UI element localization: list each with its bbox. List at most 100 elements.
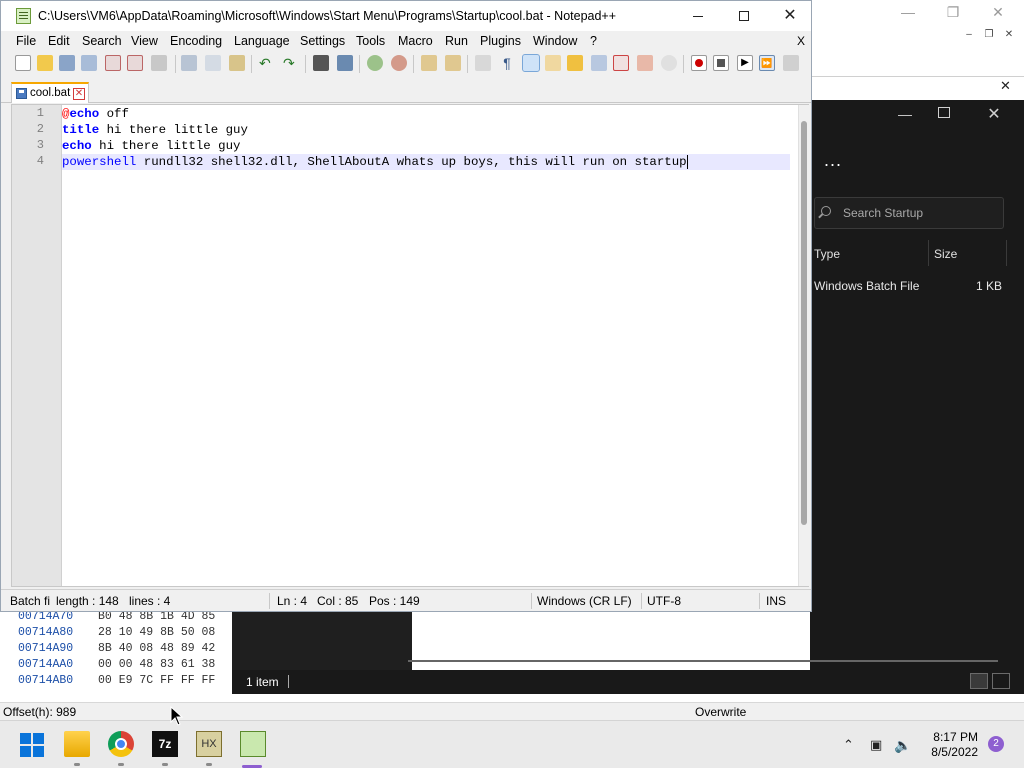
menu-file[interactable]: File <box>16 34 36 48</box>
menu-encoding[interactable]: Encoding <box>170 34 222 48</box>
menu-search[interactable]: Search <box>82 34 122 48</box>
record-dot <box>695 59 703 67</box>
menu-view[interactable]: View <box>131 34 158 48</box>
start-button[interactable] <box>20 733 44 757</box>
code-line-1[interactable]: @echo off <box>62 106 790 122</box>
hex-view[interactable]: 00714A70 B0 48 8B 1B 4D 85 00714A80 28 10 … <box>0 610 232 694</box>
menu-help[interactable]: ? <box>590 34 597 48</box>
close-all-icon[interactable] <box>127 55 143 71</box>
udl-icon[interactable] <box>545 55 561 71</box>
play-macro-icon[interactable]: ▶ <box>737 55 753 71</box>
network-icon[interactable]: ▣ <box>870 737 882 753</box>
background-maximize-button[interactable]: ❐ <box>930 3 976 21</box>
window-title: C:\Users\VM6\AppData\Roaming\Microsoft\W… <box>38 9 617 23</box>
explorer-minimize-button[interactable]: — <box>895 106 915 126</box>
code-line-4[interactable]: powershell rundll32 shell32.dll, ShellAb… <box>62 154 790 170</box>
column-divider[interactable] <box>1006 240 1007 266</box>
sync-horizontal-icon[interactable] <box>445 55 461 71</box>
file-row-type[interactable]: Windows Batch File <box>814 279 919 293</box>
file-explorer-taskbar-icon[interactable] <box>64 731 90 757</box>
menubar: File Edit Search View Encoding Language … <box>1 31 811 51</box>
undo-icon[interactable]: ↶ <box>259 55 275 71</box>
explorer-horizontal-scrollbar[interactable] <box>408 660 998 662</box>
menu-macro[interactable]: Macro <box>398 34 433 48</box>
menu-settings[interactable]: Settings <box>300 34 345 48</box>
document-map-icon[interactable] <box>567 55 583 71</box>
menu-window[interactable]: Window <box>533 34 577 48</box>
zoom-out-icon[interactable] <box>391 55 407 71</box>
volume-icon[interactable]: 🔈 <box>894 737 911 754</box>
code-editor[interactable]: 1 2 3 4 @echo off title hi there little … <box>11 104 809 587</box>
notification-badge[interactable]: 2 <box>988 736 1004 752</box>
hex-editor-taskbar-icon[interactable]: HX <box>196 731 222 757</box>
save-icon[interactable] <box>59 55 75 71</box>
scrollbar-thumb[interactable] <box>801 121 807 525</box>
replace-icon[interactable] <box>337 55 353 71</box>
code-line-3[interactable]: echo hi there little guy <box>62 138 790 154</box>
background-minimize-button[interactable]: — <box>885 3 931 21</box>
monitoring-icon[interactable] <box>661 55 677 71</box>
save-all-icon[interactable] <box>81 55 97 71</box>
explorer-search-input[interactable]: Search Startup <box>814 197 1004 229</box>
explorer-maximize-button[interactable] <box>938 107 950 118</box>
clock[interactable]: 8:17 PM 8/5/2022 <box>926 730 978 760</box>
column-header-size[interactable]: Size <box>934 247 957 261</box>
copy-icon[interactable] <box>205 55 221 71</box>
find-icon[interactable] <box>313 55 329 71</box>
notepadpp-taskbar-icon[interactable] <box>240 731 266 757</box>
zoom-in-icon[interactable] <box>367 55 383 71</box>
status-encoding[interactable]: UTF-8 <box>647 594 681 608</box>
record-macro-icon[interactable] <box>691 55 707 71</box>
vertical-scrollbar[interactable] <box>798 105 809 586</box>
function-list-icon[interactable] <box>613 55 629 71</box>
word-wrap-icon[interactable] <box>475 55 491 71</box>
minimize-button[interactable] <box>675 1 721 31</box>
tiles-view-button[interactable] <box>992 673 1010 689</box>
cut-icon[interactable] <box>181 55 197 71</box>
close-button[interactable]: ✕ <box>767 1 813 31</box>
background-close-button[interactable]: ✕ <box>975 3 1021 21</box>
show-all-characters-icon[interactable]: ¶ <box>499 55 515 71</box>
toolbar-separator <box>305 55 306 73</box>
close-document-button[interactable]: X <box>797 34 805 48</box>
tab-close-icon[interactable]: ✕ <box>73 88 85 100</box>
folder-as-workspace-icon[interactable] <box>637 55 653 71</box>
chrome-taskbar-icon[interactable] <box>108 731 134 757</box>
see-more-button[interactable]: ... <box>824 150 842 171</box>
file-row-size[interactable]: 1 KB <box>976 279 1002 293</box>
save-macro-icon[interactable] <box>783 55 799 71</box>
status-insert-mode[interactable]: INS <box>766 594 786 608</box>
titlebar[interactable]: C:\Users\VM6\AppData\Roaming\Microsoft\W… <box>1 1 811 31</box>
details-view-button[interactable] <box>970 673 988 689</box>
background-pane-close-icon[interactable]: ✕ <box>1000 78 1011 94</box>
document-list-icon[interactable] <box>591 55 607 71</box>
indent-guide-icon[interactable] <box>522 54 540 72</box>
run-macro-multiple-icon[interactable]: ⏩ <box>759 55 775 71</box>
seven-zip-taskbar-icon[interactable]: 7z <box>152 731 178 757</box>
stop-macro-icon[interactable] <box>713 55 729 71</box>
menu-tools[interactable]: Tools <box>356 34 385 48</box>
open-file-icon[interactable] <box>37 55 53 71</box>
status-eol[interactable]: Windows (CR LF) <box>537 594 632 608</box>
menu-edit[interactable]: Edit <box>48 34 70 48</box>
code-line-2[interactable]: title hi there little guy <box>62 122 790 138</box>
close-file-icon[interactable] <box>105 55 121 71</box>
column-header-type[interactable]: Type <box>814 247 840 261</box>
redo-icon[interactable]: ↷ <box>283 55 299 71</box>
show-hidden-icons-chevron-icon[interactable]: ⌃ <box>843 737 854 753</box>
tab-cool-bat[interactable]: cool.bat ✕ <box>11 82 89 103</box>
column-divider[interactable] <box>928 240 929 266</box>
print-icon[interactable] <box>151 55 167 71</box>
sync-vertical-icon[interactable] <box>421 55 437 71</box>
menu-language[interactable]: Language <box>234 34 290 48</box>
menu-plugins[interactable]: Plugins <box>480 34 521 48</box>
inner-restore-button[interactable]: ❐ <box>980 28 998 42</box>
new-file-icon[interactable] <box>15 55 31 71</box>
inner-minimize-button[interactable]: – <box>960 28 978 42</box>
inner-close-button[interactable]: ✕ <box>1000 28 1018 42</box>
menu-run[interactable]: Run <box>445 34 468 48</box>
explorer-close-button[interactable]: ✕ <box>984 104 1004 124</box>
paste-icon[interactable] <box>229 55 245 71</box>
running-indicator <box>118 763 124 766</box>
maximize-button[interactable] <box>721 1 767 31</box>
